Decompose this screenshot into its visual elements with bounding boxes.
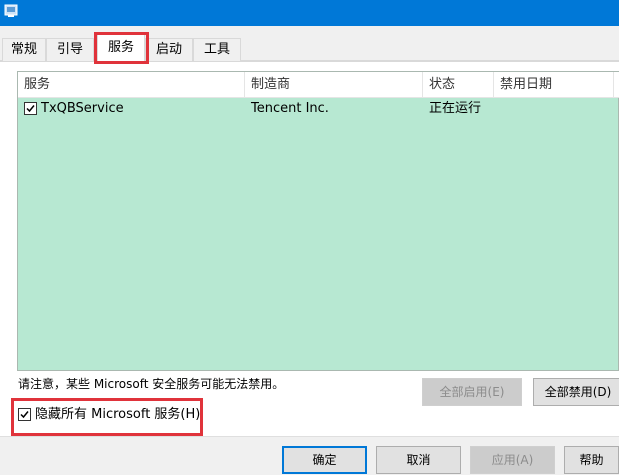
service-vendor: Tencent Inc.: [251, 101, 329, 116]
hide-microsoft-label: 隐藏所有 Microsoft 服务(H): [35, 407, 201, 422]
ok-button[interactable]: 确定: [282, 446, 367, 474]
service-name: TxQBService: [41, 101, 124, 116]
tab-boot[interactable]: 引导: [46, 38, 94, 61]
tab-general[interactable]: 常规: [2, 38, 46, 61]
help-button[interactable]: 帮助: [564, 446, 619, 474]
service-checkbox[interactable]: [24, 102, 37, 115]
service-row[interactable]: TxQBService Tencent Inc. 正在运行: [18, 98, 619, 120]
tab-strip: 常规 引导 服务 启动 工具: [0, 34, 619, 62]
disable-all-button[interactable]: 全部禁用(D): [533, 378, 619, 406]
services-list[interactable]: 服务 制造商 状态 禁用日期 TxQBService Tencent Inc. …: [17, 71, 619, 371]
checkmark-icon: [20, 411, 29, 419]
microsoft-services-note: 请注意，某些 Microsoft 安全服务可能无法禁用。: [18, 377, 285, 391]
enable-all-button[interactable]: 全部启用(E): [422, 378, 522, 406]
tab-startup[interactable]: 启动: [145, 38, 193, 61]
window-titlebar: [0, 0, 619, 26]
dialog-footer: 确定 取消 应用(A) 帮助: [0, 436, 619, 475]
tab-tools[interactable]: 工具: [193, 38, 241, 61]
tab-services[interactable]: 服务: [97, 34, 145, 62]
msconfig-app-icon: [4, 4, 18, 17]
cancel-button[interactable]: 取消: [376, 446, 461, 474]
checkmark-icon: [26, 105, 35, 113]
list-header: 服务 制造商 状态 禁用日期: [18, 72, 619, 98]
apply-button[interactable]: 应用(A): [470, 446, 555, 474]
column-header-status[interactable]: 状态: [423, 72, 494, 98]
column-header-service[interactable]: 服务: [18, 72, 245, 98]
column-header-disabled-date[interactable]: 禁用日期: [494, 72, 614, 98]
column-header-vendor[interactable]: 制造商: [245, 72, 423, 98]
service-status: 正在运行: [429, 101, 482, 116]
hide-microsoft-checkbox[interactable]: [18, 408, 31, 421]
